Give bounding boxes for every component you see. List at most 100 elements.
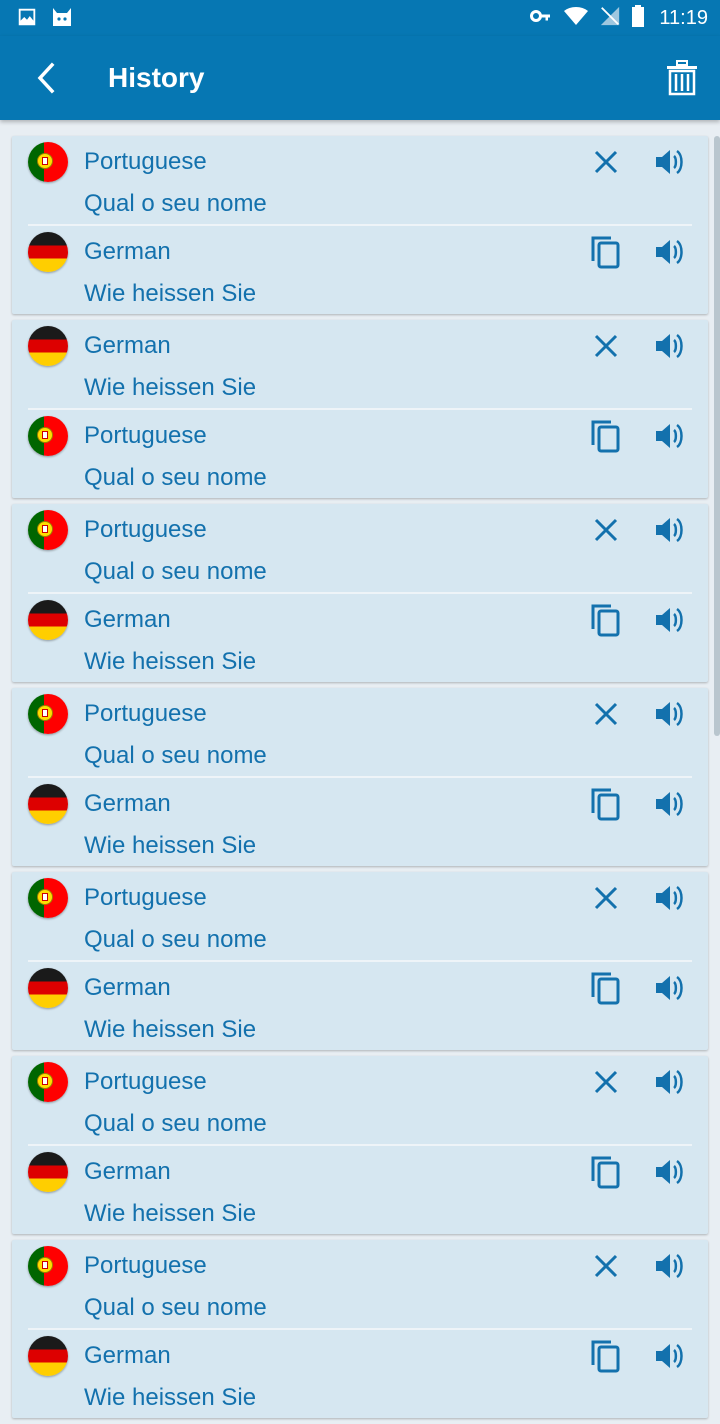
speaker-icon	[656, 1069, 683, 1095]
coat-of-arms	[37, 705, 53, 721]
target-language: Portuguese	[84, 422, 207, 449]
target-entry: German Wie heissen Sie	[28, 962, 692, 1050]
target-text[interactable]: Wie heissen Sie	[84, 648, 256, 676]
history-card: Portuguese Qual o seu nome German Wie he…	[12, 688, 708, 866]
target-text[interactable]: Wie heissen Sie	[84, 832, 256, 860]
page-title: History	[108, 62, 205, 93]
coat-of-arms	[37, 1073, 53, 1089]
target-entry: German Wie heissen Sie	[28, 226, 692, 314]
target-text[interactable]: Wie heissen Sie	[84, 1016, 256, 1044]
back-arrow-icon	[37, 62, 55, 94]
copy-button[interactable]	[584, 1334, 628, 1378]
close-icon	[594, 334, 618, 358]
target-entry: German Wie heissen Sie	[28, 1146, 692, 1234]
speak-button[interactable]	[648, 324, 692, 368]
source-entry: Portuguese Qual o seu nome	[28, 504, 692, 594]
target-text[interactable]: Wie heissen Sie	[84, 280, 256, 308]
source-text[interactable]: Qual o seu nome	[84, 190, 267, 218]
image-icon	[16, 6, 38, 33]
flag-icon	[28, 510, 68, 550]
delete-button[interactable]	[584, 508, 628, 552]
target-entry: German Wie heissen Sie	[28, 594, 692, 682]
speak-button[interactable]	[648, 598, 692, 642]
speak-button[interactable]	[648, 782, 692, 826]
speak-button[interactable]	[648, 1244, 692, 1288]
copy-button[interactable]	[584, 598, 628, 642]
copy-button[interactable]	[584, 414, 628, 458]
target-text[interactable]: Wie heissen Sie	[84, 1200, 256, 1228]
app-bar: History	[0, 36, 720, 120]
speaker-icon	[656, 1159, 683, 1185]
back-button[interactable]	[22, 54, 70, 102]
flag-icon	[28, 1152, 68, 1192]
flag-icon	[28, 232, 68, 272]
delete-button[interactable]	[584, 1244, 628, 1288]
source-text[interactable]: Qual o seu nome	[84, 742, 267, 770]
source-language: Portuguese	[84, 700, 207, 727]
clock: 11:19	[659, 7, 708, 29]
close-icon	[594, 886, 618, 910]
source-entry: Portuguese Qual o seu nome	[28, 1240, 692, 1330]
copy-icon	[591, 1156, 620, 1189]
speak-button[interactable]	[648, 692, 692, 736]
flag-icon	[28, 416, 68, 456]
flag-icon	[28, 326, 68, 366]
speaker-icon	[656, 885, 683, 911]
delete-button[interactable]	[584, 324, 628, 368]
speak-button[interactable]	[648, 1150, 692, 1194]
speak-button[interactable]	[648, 1334, 692, 1378]
source-entry: Portuguese Qual o seu nome	[28, 136, 692, 226]
copy-button[interactable]	[584, 230, 628, 274]
target-language: German	[84, 238, 171, 265]
source-language: German	[84, 332, 171, 359]
flag-icon	[28, 1336, 68, 1376]
copy-button[interactable]	[584, 1150, 628, 1194]
source-text[interactable]: Qual o seu nome	[84, 1110, 267, 1138]
delete-button[interactable]	[584, 876, 628, 920]
source-language: Portuguese	[84, 1252, 207, 1279]
history-card: Portuguese Qual o seu nome German Wie he…	[12, 136, 708, 314]
copy-icon	[591, 1340, 620, 1373]
speak-button[interactable]	[648, 1060, 692, 1104]
speaker-icon	[656, 517, 683, 543]
source-text[interactable]: Qual o seu nome	[84, 926, 267, 954]
source-text[interactable]: Qual o seu nome	[84, 558, 267, 586]
speak-button[interactable]	[648, 508, 692, 552]
source-language: Portuguese	[84, 516, 207, 543]
speak-button[interactable]	[648, 140, 692, 184]
source-entry: German Wie heissen Sie	[28, 320, 692, 410]
copy-icon	[591, 788, 620, 821]
speak-button[interactable]	[648, 414, 692, 458]
delete-button[interactable]	[584, 1060, 628, 1104]
flag-icon	[28, 878, 68, 918]
trash-icon	[667, 60, 697, 96]
delete-button[interactable]	[584, 692, 628, 736]
source-language: Portuguese	[84, 884, 207, 911]
flag-icon	[28, 968, 68, 1008]
coat-of-arms	[37, 427, 53, 443]
speak-button[interactable]	[648, 876, 692, 920]
scrollbar[interactable]	[714, 136, 720, 736]
source-language: Portuguese	[84, 148, 207, 175]
source-text[interactable]: Wie heissen Sie	[84, 374, 256, 402]
speak-button[interactable]	[648, 230, 692, 274]
coat-of-arms	[37, 889, 53, 905]
clear-history-button[interactable]	[660, 56, 704, 100]
no-signal-icon	[599, 4, 621, 33]
speaker-icon	[656, 701, 683, 727]
vpn-key-icon	[529, 4, 553, 33]
copy-button[interactable]	[584, 966, 628, 1010]
delete-button[interactable]	[584, 140, 628, 184]
copy-button[interactable]	[584, 782, 628, 826]
history-card: German Wie heissen Sie Portuguese Qual o…	[12, 320, 708, 498]
speaker-icon	[656, 333, 683, 359]
target-text[interactable]: Wie heissen Sie	[84, 1384, 256, 1412]
speak-button[interactable]	[648, 966, 692, 1010]
flag-icon	[28, 1246, 68, 1286]
coat-of-arms	[37, 153, 53, 169]
target-language: German	[84, 974, 171, 1001]
flag-icon	[28, 784, 68, 824]
source-text[interactable]: Qual o seu nome	[84, 1294, 267, 1322]
speaker-icon	[656, 607, 683, 633]
target-text[interactable]: Qual o seu nome	[84, 464, 267, 492]
